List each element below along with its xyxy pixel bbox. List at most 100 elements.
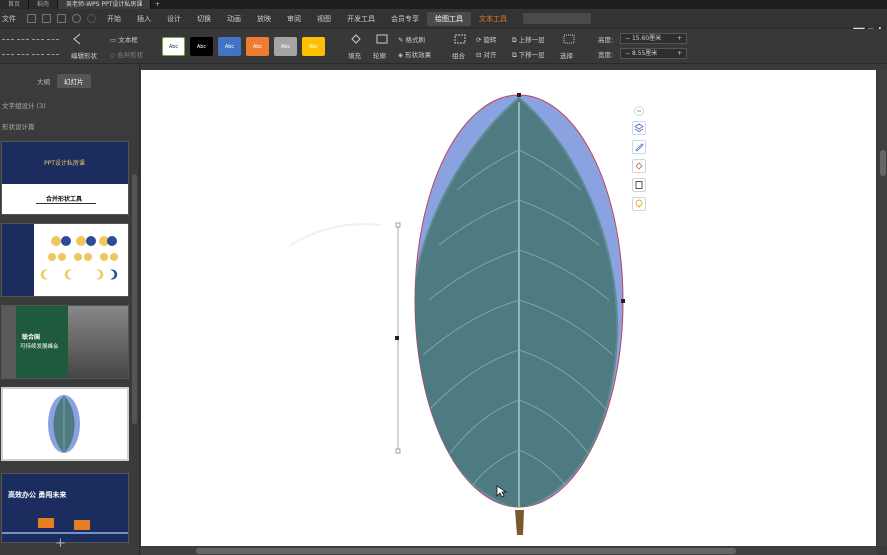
- panel-scrollbar[interactable]: [132, 174, 137, 424]
- width-decrement[interactable]: −: [625, 50, 632, 57]
- fill-label[interactable]: 填充: [348, 50, 361, 60]
- menu-transition[interactable]: 切换: [189, 14, 219, 24]
- shape-style-gallery: Abc Abc Abc Abc Abc Abc: [162, 37, 325, 56]
- editing-canvas: [140, 64, 887, 555]
- outline-icon: [376, 34, 388, 44]
- tab-home[interactable]: 首页: [0, 0, 30, 9]
- brush-icon: ✎: [398, 36, 406, 44]
- align-button[interactable]: ⊟ 对齐: [476, 49, 497, 59]
- height-decrement[interactable]: −: [625, 35, 632, 42]
- leaf-stem: [515, 510, 524, 535]
- style-swatch-2[interactable]: Abc: [190, 37, 213, 56]
- group-label[interactable]: 组合: [452, 50, 465, 60]
- ribbon-drawing-tools: 编辑形状 ▭ 文本框 ◇ 合并形状 Abc Abc Abc Abc Abc Abc 填充 …: [0, 29, 887, 64]
- horizontal-scrollbar[interactable]: [141, 547, 877, 555]
- height-increment[interactable]: +: [677, 34, 682, 43]
- save-icon[interactable]: [27, 14, 36, 23]
- redo-icon[interactable]: [87, 14, 96, 23]
- width-input[interactable]: − 8.55厘米 +: [620, 48, 687, 59]
- tab-outline[interactable]: 大纲: [30, 74, 57, 88]
- slide-thumbnail-3[interactable]: 联合国 可持续发展峰会: [1, 305, 129, 379]
- align-icon: ⊟: [476, 51, 484, 59]
- vertical-scroll-thumb[interactable]: [880, 150, 886, 176]
- menu-insert[interactable]: 插入: [129, 14, 159, 24]
- shape-effects-label: 形状效果: [405, 51, 432, 59]
- menu-review[interactable]: 审阅: [279, 14, 309, 24]
- select-icon: [563, 34, 575, 44]
- height-value: 15.60厘米: [631, 35, 662, 42]
- horizontal-scroll-thumb[interactable]: [196, 548, 736, 554]
- style-swatch-5[interactable]: Abc: [274, 37, 297, 56]
- slide4-leaf-preview: [48, 395, 80, 453]
- slide-thumbnail-5[interactable]: 高效办公 勇闯未来: [1, 473, 129, 543]
- width-increment[interactable]: +: [677, 49, 682, 58]
- send-backward-label: 下移一层: [518, 51, 545, 59]
- menu-animation[interactable]: 动画: [219, 14, 249, 24]
- add-slide-button[interactable]: +: [55, 536, 66, 551]
- menu-member[interactable]: 会员专享: [383, 14, 427, 24]
- wps-presentation-window: 首页 稻壳 吴老师-WPS PPT设计私房课 + 文件 开始 插入 设计 切换 …: [0, 0, 887, 555]
- undo-icon[interactable]: [72, 14, 81, 23]
- merge-shape-label: 合并形状: [117, 51, 144, 59]
- current-slide[interactable]: [141, 70, 876, 546]
- menu-home[interactable]: 开始: [99, 14, 129, 24]
- select-button[interactable]: [563, 34, 575, 46]
- fill-icon[interactable]: [632, 159, 646, 173]
- rotate-button[interactable]: ⟳ 旋转: [476, 34, 497, 44]
- pen-icon[interactable]: [632, 140, 646, 154]
- slide5-title: 高效办公 勇闯未来: [8, 491, 67, 499]
- fill-button[interactable]: [350, 34, 362, 46]
- tab-slides[interactable]: 幻灯片: [57, 74, 91, 88]
- width-value: 8.55厘米: [631, 50, 658, 57]
- lightbulb-icon[interactable]: [632, 197, 646, 211]
- preview-icon[interactable]: [57, 14, 66, 23]
- layers-icon[interactable]: [632, 121, 646, 135]
- edit-shape-button[interactable]: [71, 33, 85, 47]
- height-input[interactable]: − 15.60厘米 +: [620, 33, 687, 44]
- print-icon[interactable]: [42, 14, 51, 23]
- crop-icon[interactable]: [632, 178, 646, 192]
- outline-button[interactable]: [376, 34, 388, 46]
- menu-developer[interactable]: 开发工具: [339, 14, 383, 24]
- group-button[interactable]: [454, 34, 466, 46]
- slide-thumbnail-4[interactable]: [1, 387, 129, 461]
- style-swatch-4[interactable]: Abc: [246, 37, 269, 56]
- tab-docer[interactable]: 稻壳: [29, 0, 59, 9]
- slide3-subtitle: 可持续发展峰会: [20, 344, 59, 350]
- tab-document[interactable]: 吴老师-WPS PPT设计私房课: [58, 0, 152, 9]
- text-box-button[interactable]: ▭ 文本框: [110, 34, 138, 44]
- fill-bucket-icon: [351, 34, 361, 44]
- menu-design[interactable]: 设计: [159, 14, 189, 24]
- style-swatch-1[interactable]: Abc: [162, 37, 185, 56]
- floating-shape-toolbar: [631, 106, 647, 211]
- new-tab-button[interactable]: +: [151, 0, 163, 9]
- faint-arc-shape: [290, 223, 382, 246]
- style-swatch-3[interactable]: Abc: [218, 37, 241, 56]
- menu-slideshow[interactable]: 放映: [249, 14, 279, 24]
- shape-gallery[interactable]: [2, 32, 60, 60]
- bring-forward-button[interactable]: ⧉ 上移一层: [512, 34, 545, 45]
- menu-drawing-tools[interactable]: 绘图工具: [427, 11, 471, 26]
- shape-effects-button[interactable]: ◈ 形状效果: [398, 49, 431, 59]
- section-text-design[interactable]: 文字组设计 (3): [2, 100, 46, 110]
- slide-thumbnail-1[interactable]: PPT设计私房课 合并形状工具: [1, 141, 129, 215]
- slide-drawing: [290, 93, 625, 535]
- slide-thumbnail-2[interactable]: [1, 223, 129, 297]
- search-box[interactable]: [523, 13, 591, 24]
- format-painter-button[interactable]: ✎ 格式刷: [398, 34, 425, 44]
- align-label: 对齐: [483, 51, 497, 59]
- vertical-scrollbar[interactable]: [879, 70, 887, 546]
- outline-label[interactable]: 轮廓: [373, 50, 386, 60]
- edit-shape-label[interactable]: 编辑形状: [71, 50, 97, 60]
- send-backward-button[interactable]: ⧉ 下移一层: [512, 49, 545, 60]
- merge-shape-button[interactable]: ◇ 合并形状: [110, 49, 143, 59]
- select-label[interactable]: 选择: [560, 50, 573, 60]
- section-shape-design[interactable]: 形状设计篇: [2, 121, 35, 131]
- collapse-icon[interactable]: [634, 106, 644, 116]
- menu-view[interactable]: 视图: [309, 14, 339, 24]
- menu-file[interactable]: 文件: [0, 14, 24, 24]
- rotate-label: 旋转: [483, 36, 497, 44]
- menu-text-tools[interactable]: 文本工具: [471, 14, 515, 24]
- slide-panel: 大纲 幻灯片 文字组设计 (3) 形状设计篇 PPT设计私房课 合并形状工具 联…: [0, 64, 140, 555]
- style-swatch-6[interactable]: Abc: [302, 37, 325, 56]
